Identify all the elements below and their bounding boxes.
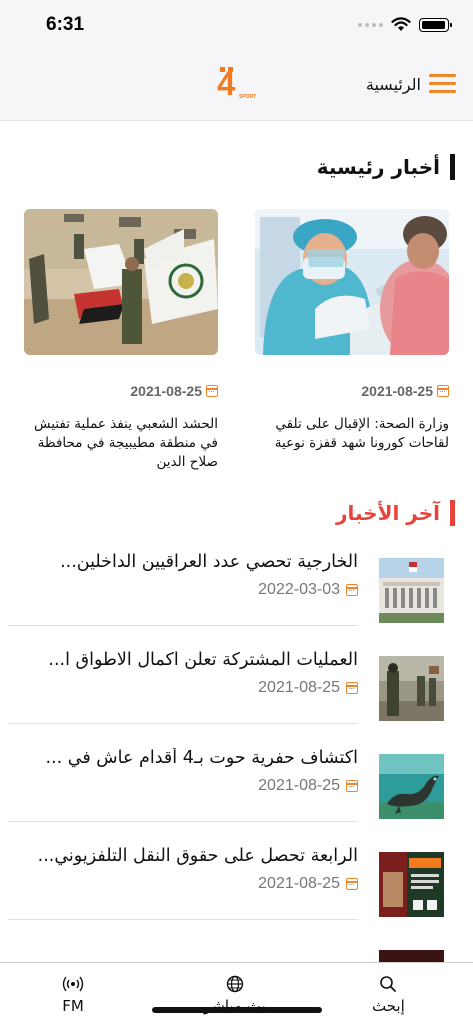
section-marker bbox=[450, 154, 455, 180]
radio-signal-icon bbox=[62, 976, 84, 992]
news-thumbnail-partial[interactable] bbox=[379, 950, 444, 962]
hamburger-menu-icon[interactable] bbox=[429, 74, 459, 98]
tv-rights-thumbnail[interactable] bbox=[379, 852, 444, 917]
news-item-title: العمليات المشتركة تعلن اكمال الاطواق ا..… bbox=[48, 650, 358, 670]
home-indicator bbox=[152, 1007, 322, 1013]
tab-fm[interactable]: FM bbox=[62, 975, 84, 1015]
calendar-icon bbox=[346, 682, 358, 694]
page-title: الرئيسية bbox=[365, 75, 421, 94]
tab-label: إبحث bbox=[372, 997, 405, 1015]
news-list-item[interactable]: العمليات المشتركة تعلن اكمال الاطواق ا..… bbox=[8, 626, 358, 724]
news-date: 2021-08-25 bbox=[258, 679, 340, 696]
section-marker bbox=[450, 500, 455, 526]
calendar-icon bbox=[206, 385, 218, 397]
news-list-item[interactable]: الرابعة تحصل على حقوق النقل التلفزيوني..… bbox=[8, 822, 358, 920]
latest-news-heading: آخر الأخبار bbox=[335, 501, 440, 525]
featured-news-card[interactable]: 2021-08-25 الحشد الشعبي ينفذ عملية تفتيش… bbox=[24, 209, 218, 472]
news-date-row: 2022-03-03 bbox=[258, 581, 358, 599]
news-date: 2021-08-25 bbox=[258, 777, 340, 794]
status-icons bbox=[358, 17, 452, 32]
cellular-signal-icon bbox=[358, 22, 383, 27]
battery-icon bbox=[419, 17, 452, 32]
app-logo[interactable]: 4 SPORT bbox=[217, 64, 261, 104]
tab-search[interactable]: إبحث bbox=[372, 975, 405, 1015]
navigation-bar: 4 SPORT الرئيسية bbox=[0, 52, 473, 121]
status-bar: 6:31 bbox=[0, 0, 473, 52]
logo-dots-icon bbox=[220, 67, 233, 72]
featured-news-title: وزارة الصحة: الإقبال على تلقي لقاحات كور… bbox=[274, 416, 449, 451]
globe-icon bbox=[226, 975, 244, 993]
news-date-row: 2021-08-25 bbox=[258, 679, 358, 697]
soldiers-thumbnail[interactable] bbox=[379, 656, 444, 721]
news-date-row: 2021-08-25 bbox=[258, 777, 358, 795]
main-news-header: أخبار رئيسية bbox=[317, 154, 455, 180]
news-item-title: الرابعة تحصل على حقوق النقل التلفزيوني..… bbox=[37, 846, 358, 866]
news-list-item[interactable]: اكتشاف حفرية حوت بـ4 أقدام عاش في ... 20… bbox=[8, 724, 358, 822]
calendar-icon bbox=[346, 878, 358, 890]
featured-date-row: 2021-08-25 bbox=[255, 383, 449, 399]
military-operation-photo bbox=[24, 209, 218, 355]
calendar-icon bbox=[437, 385, 449, 397]
status-time: 6:31 bbox=[46, 14, 85, 35]
featured-news-title: الحشد الشعبي ينفذ عملية تفتيش في منطقة م… bbox=[34, 416, 218, 470]
wifi-icon bbox=[391, 17, 411, 31]
featured-date-row: 2021-08-25 bbox=[24, 383, 218, 399]
news-date: 2022-03-03 bbox=[258, 581, 340, 598]
whale-fossil-thumbnail[interactable] bbox=[379, 754, 444, 819]
search-icon bbox=[380, 976, 397, 992]
tab-bar: FM بث مباشر إبحث bbox=[0, 962, 473, 1024]
news-date-row: 2021-08-25 bbox=[258, 875, 358, 893]
featured-news-card[interactable]: 2021-08-25 وزارة الصحة: الإقبال على تلقي… bbox=[255, 209, 449, 453]
news-date: 2021-08-25 bbox=[258, 875, 340, 892]
news-item-title: اكتشاف حفرية حوت بـ4 أقدام عاش في ... bbox=[45, 748, 358, 768]
calendar-icon bbox=[346, 584, 358, 596]
news-date: 2021-08-25 bbox=[130, 383, 202, 399]
news-item-title: الخارجية تحصي عدد العراقيين الداخلين... bbox=[60, 552, 358, 572]
news-list-item[interactable]: الخارجية تحصي عدد العراقيين الداخلين... … bbox=[8, 528, 358, 626]
news-date: 2021-08-25 bbox=[361, 383, 433, 399]
calendar-icon bbox=[346, 780, 358, 792]
main-news-heading: أخبار رئيسية bbox=[316, 155, 440, 179]
tab-label: FM bbox=[62, 997, 84, 1015]
ministry-building-thumbnail[interactable] bbox=[379, 558, 444, 623]
latest-news-header: آخر الأخبار bbox=[336, 500, 455, 526]
vaccination-photo bbox=[255, 209, 449, 355]
